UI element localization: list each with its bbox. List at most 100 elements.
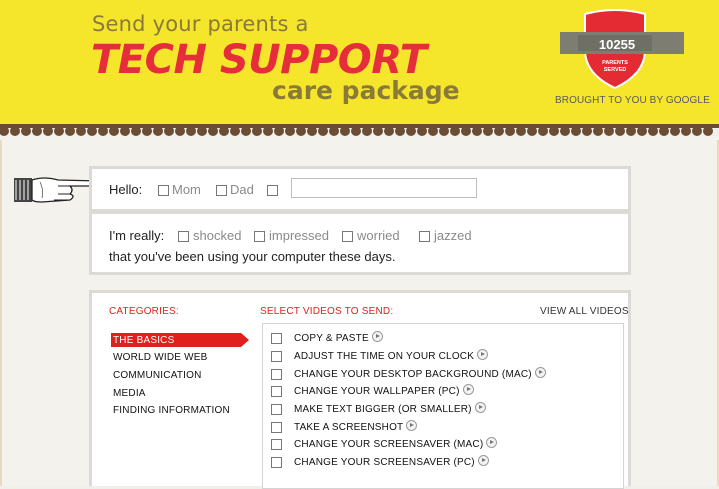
category-the-basics[interactable]: THE BASICS [113, 335, 174, 346]
counter-caption-1: PARENTS [602, 60, 628, 66]
shocked-label: shocked [193, 228, 242, 243]
header-line-1: Send your parents a [92, 12, 309, 36]
scallop-dot [76, 126, 86, 136]
video-checkbox[interactable] [271, 351, 282, 362]
scallop-dot [307, 126, 317, 136]
play-icon[interactable] [534, 367, 546, 378]
scallop-dot [241, 126, 251, 136]
scallop-dot [120, 126, 130, 136]
video-checkbox[interactable] [271, 333, 282, 344]
category-world-wide-web[interactable]: WORLD WIDE WEB [113, 352, 207, 363]
video-checkbox[interactable] [271, 422, 282, 433]
scallop-dot [417, 126, 427, 136]
scallop-dot [450, 126, 460, 136]
play-icon[interactable] [477, 349, 489, 360]
jazzed-label: jazzed [434, 228, 472, 243]
scallop-dot [230, 126, 240, 136]
view-all-videos-link[interactable]: VIEW ALL VIDEOS [540, 306, 629, 317]
video-item[interactable]: CHANGE YOUR DESKTOP BACKGROUND (MAC) [263, 365, 623, 382]
scallop-dot [263, 126, 273, 136]
category-media[interactable]: MEDIA [113, 388, 146, 399]
play-icon[interactable] [371, 331, 383, 342]
scallop-dot [340, 126, 350, 136]
play-icon[interactable] [474, 402, 486, 413]
scallop-dot [505, 126, 515, 136]
scallop-dot [10, 126, 20, 136]
scallop-dot [527, 126, 537, 136]
scallop-dot [142, 126, 152, 136]
scallop-dot [637, 126, 647, 136]
mom-checkbox[interactable] [158, 185, 169, 196]
scallop-dot [54, 126, 64, 136]
scallop-dot [428, 126, 438, 136]
video-checkbox[interactable] [271, 439, 282, 450]
scallop-dot [219, 126, 229, 136]
video-checkbox[interactable] [271, 369, 282, 380]
impressed-checkbox[interactable] [254, 231, 265, 242]
scallop-dot [406, 126, 416, 136]
mom-label: Mom [172, 182, 201, 197]
video-list: COPY & PASTE ADJUST THE TIME ON YOUR CLO… [262, 323, 624, 489]
worried-checkbox[interactable] [342, 231, 353, 242]
really-sentence: that you've been using your computer the… [109, 249, 396, 264]
video-label: CHANGE YOUR DESKTOP BACKGROUND (MAC) [294, 369, 532, 380]
scallop-dot [593, 126, 603, 136]
video-checkbox[interactable] [271, 386, 282, 397]
categories-title: CATEGORIES: [109, 306, 179, 317]
scallop-dot [670, 126, 680, 136]
video-item[interactable]: COPY & PASTE [263, 329, 623, 346]
play-icon[interactable] [406, 420, 418, 431]
scallop-dot [582, 126, 592, 136]
shocked-checkbox[interactable] [178, 231, 189, 242]
category-finding-information[interactable]: FINDING INFORMATION [113, 405, 230, 416]
videos-panel: CATEGORIES: SELECT VIDEOS TO SEND: VIEW … [89, 290, 631, 489]
video-item[interactable]: TAKE A SCREENSHOT [263, 418, 623, 435]
video-checkbox[interactable] [271, 404, 282, 415]
counter-caption-2: SERVED [604, 67, 627, 73]
scallop-dot [65, 126, 75, 136]
video-item[interactable]: CHANGE YOUR SCREENSAVER (PC) [263, 453, 623, 470]
dad-checkbox[interactable] [216, 185, 227, 196]
category-communication[interactable]: COMMUNICATION [113, 370, 202, 381]
video-item[interactable]: MAKE TEXT BIGGER (OR SMALLER) [263, 400, 623, 417]
header-subtitle: care package [272, 76, 460, 105]
video-checkbox[interactable] [271, 457, 282, 468]
scallop-dot [252, 126, 262, 136]
scallop-dot [32, 126, 42, 136]
scallop-dot [186, 126, 196, 136]
scallop-dot [483, 126, 493, 136]
video-item[interactable]: ADJUST THE TIME ON YOUR CLOCK [263, 347, 623, 364]
videos-title: SELECT VIDEOS TO SEND: [260, 306, 394, 317]
scallop-dot [362, 126, 372, 136]
scallop-dot [87, 126, 97, 136]
play-icon[interactable] [462, 384, 474, 395]
scallop-dot [615, 126, 625, 136]
video-item[interactable]: CHANGE YOUR WALLPAPER (PC) [263, 382, 623, 399]
scallop-dot [681, 126, 691, 136]
scallop-dot [659, 126, 669, 136]
video-label: TAKE A SCREENSHOT [294, 422, 404, 433]
video-label: CHANGE YOUR SCREENSAVER (PC) [294, 457, 475, 468]
feeling-panel: I'm really: shocked impressed worried ja… [89, 211, 631, 275]
scallop-dot [109, 126, 119, 136]
other-checkbox[interactable] [267, 185, 278, 196]
left-rule [0, 140, 2, 486]
scallop-dot [538, 126, 548, 136]
name-input[interactable] [291, 178, 477, 198]
play-icon[interactable] [477, 455, 489, 466]
scallop-dot [21, 126, 31, 136]
impressed-label: impressed [269, 228, 329, 243]
video-item[interactable]: CHANGE YOUR SCREENSAVER (MAC) [263, 435, 623, 452]
scalloped-border [0, 118, 719, 140]
play-icon[interactable] [486, 437, 498, 448]
scallop-dot [285, 126, 295, 136]
brought-by-google: BROUGHT TO YOU BY GOOGLE [555, 95, 710, 106]
scallop-dot [494, 126, 504, 136]
scallop-dot [43, 126, 53, 136]
scallop-dot [175, 126, 185, 136]
video-label: ADJUST THE TIME ON YOUR CLOCK [294, 351, 475, 362]
scallop-dot [439, 126, 449, 136]
scallop-dot [329, 126, 339, 136]
jazzed-checkbox[interactable] [419, 231, 430, 242]
scallop-dot [318, 126, 328, 136]
